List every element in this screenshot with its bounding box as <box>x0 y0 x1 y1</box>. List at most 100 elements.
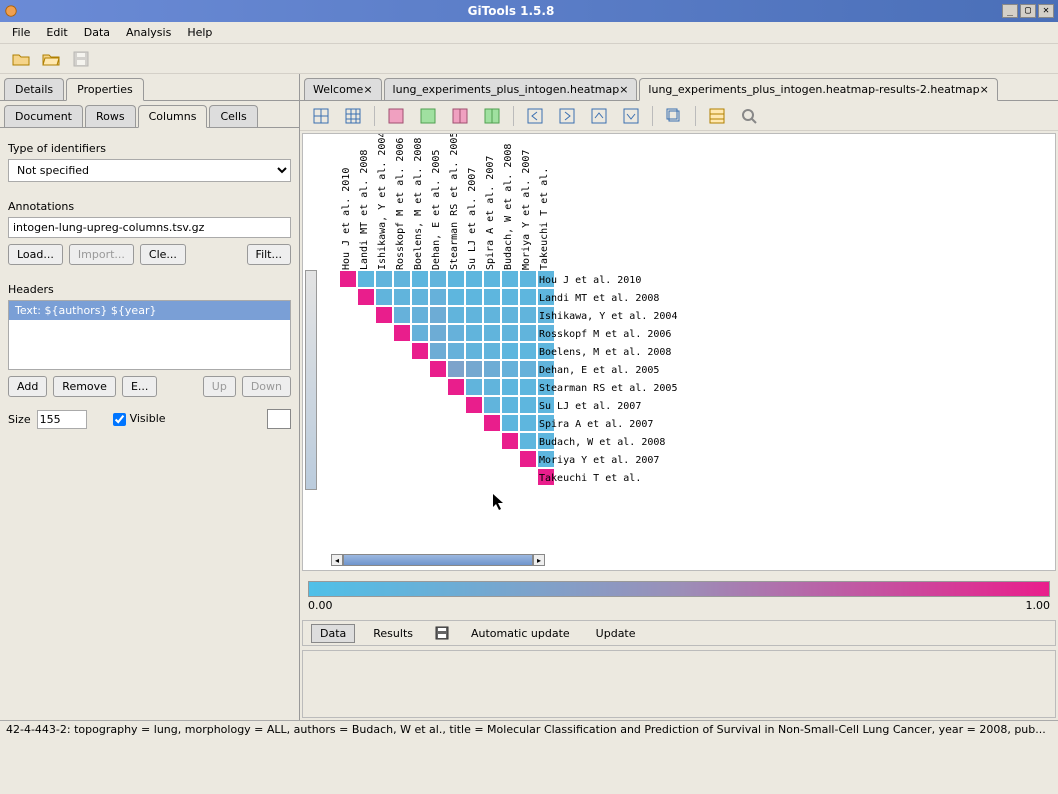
minimize-button[interactable]: _ <box>1002 4 1018 18</box>
up-button[interactable]: Up <box>203 376 236 397</box>
move-down-icon[interactable] <box>620 105 642 127</box>
heatmap-cell[interactable] <box>429 360 447 378</box>
heatmap-cell[interactable] <box>393 324 411 342</box>
heatmap-col-label[interactable]: Landi MT et al. 2008 <box>359 150 370 270</box>
heatmap-cell[interactable] <box>429 288 447 306</box>
remove-button[interactable]: Remove <box>53 376 116 397</box>
doc-tab-heatmap-1[interactable]: lung_experiments_plus_intogen.heatmap× <box>384 78 638 100</box>
horizontal-scrollbar[interactable]: ◂ ▸ <box>331 554 545 566</box>
heatmap-cell[interactable] <box>483 270 501 288</box>
heatmap-cell[interactable] <box>519 324 537 342</box>
heatmap-cell[interactable] <box>501 270 519 288</box>
doc-tab-heatmap-2[interactable]: lung_experiments_plus_intogen.heatmap-re… <box>639 78 997 101</box>
header-color-swatch[interactable] <box>267 409 291 429</box>
close-icon[interactable]: × <box>980 83 989 96</box>
heatmap-col-label[interactable]: Ishikawa, Y et al. 2004 <box>377 133 388 270</box>
heatmap-cell[interactable] <box>501 306 519 324</box>
heatmap-cell[interactable] <box>411 342 429 360</box>
down-button[interactable]: Down <box>242 376 291 397</box>
heatmap-grid[interactable] <box>339 270 555 486</box>
heatmap-cell[interactable] <box>501 378 519 396</box>
heatmap-cell[interactable] <box>393 306 411 324</box>
subtab-document[interactable]: Document <box>4 105 83 127</box>
heatmap-cell[interactable] <box>411 270 429 288</box>
heatmap-cell[interactable] <box>393 270 411 288</box>
heatmap-col-label[interactable]: Moriya Y et al. 2007 <box>521 150 532 270</box>
heatmap-cell[interactable] <box>357 270 375 288</box>
heatmap-cell[interactable] <box>357 288 375 306</box>
heatmap-cell[interactable] <box>429 324 447 342</box>
tab-properties[interactable]: Properties <box>66 78 144 101</box>
subtab-columns[interactable]: Columns <box>138 105 208 128</box>
heatmap-cell[interactable] <box>483 396 501 414</box>
heatmap-cell[interactable] <box>411 324 429 342</box>
heatmap-col-label[interactable]: Dehan, E et al. 2005 <box>431 150 442 270</box>
heatmap-cell[interactable] <box>375 306 393 324</box>
update-button[interactable]: Update <box>588 625 644 642</box>
tab-details[interactable]: Details <box>4 78 64 100</box>
heatmap-row-label[interactable]: Budach, W et al. 2008 <box>539 434 677 452</box>
heatmap-cell[interactable] <box>375 288 393 306</box>
move-right-icon[interactable] <box>556 105 578 127</box>
heatmap-cell[interactable] <box>465 270 483 288</box>
doc-tab-welcome[interactable]: Welcome× <box>304 78 382 100</box>
grid-single-icon[interactable] <box>310 105 332 127</box>
heatmap-row-label[interactable]: Rosskopf M et al. 2006 <box>539 326 677 344</box>
heatmap-col-label[interactable]: Hou J et al. 2010 <box>341 168 352 270</box>
save-small-icon[interactable] <box>431 622 453 644</box>
heatmap-cell[interactable] <box>465 306 483 324</box>
heatmap-row-label[interactable]: Hou J et al. 2010 <box>539 272 677 290</box>
heatmap-cell[interactable] <box>411 288 429 306</box>
close-button[interactable]: ✕ <box>1038 4 1054 18</box>
clone-icon[interactable] <box>663 105 685 127</box>
heatmap-cell[interactable] <box>501 432 519 450</box>
open-icon[interactable] <box>10 48 32 70</box>
close-icon[interactable]: × <box>363 83 372 96</box>
edit-button[interactable]: E... <box>122 376 157 397</box>
add-button[interactable]: Add <box>8 376 47 397</box>
heatmap-cell[interactable] <box>447 306 465 324</box>
search-icon[interactable] <box>738 105 760 127</box>
menu-edit[interactable]: Edit <box>38 24 75 41</box>
filter-button[interactable]: Filt... <box>247 244 291 265</box>
save-icon[interactable] <box>70 48 92 70</box>
heatmap-row-label[interactable]: Ishikawa, Y et al. 2004 <box>539 308 677 326</box>
heatmap-cell[interactable] <box>483 360 501 378</box>
heatmap-row-label[interactable]: Stearman RS et al. 2005 <box>539 380 677 398</box>
heatmap-col-label[interactable]: Stearman RS et al. 2005 <box>449 133 460 270</box>
clear-button[interactable]: Cle... <box>140 244 186 265</box>
heatmap-cell[interactable] <box>501 414 519 432</box>
heatmap-cell[interactable] <box>519 414 537 432</box>
heatmap-cell[interactable] <box>519 432 537 450</box>
heatmap-viewer[interactable]: Hou J et al. 2010 Landi MT et al. 2008 Ish… <box>302 133 1056 571</box>
heatmap-cell[interactable] <box>447 288 465 306</box>
heatmap-col-label[interactable]: Boelens, M et al. 2008 <box>413 138 424 270</box>
size-spinner[interactable] <box>37 410 87 429</box>
heatmap-cell[interactable] <box>519 378 537 396</box>
heatmap-row-label[interactable]: Takeuchi T et al. <box>539 470 677 488</box>
heatmap-cell[interactable] <box>501 324 519 342</box>
heatmap-cell[interactable] <box>447 360 465 378</box>
heatmap-cell[interactable] <box>465 396 483 414</box>
move-left-icon[interactable] <box>524 105 546 127</box>
headers-list-item[interactable]: Text: ${authors} ${year} <box>9 301 290 320</box>
import-button[interactable]: Import... <box>69 244 134 265</box>
heatmap-cell[interactable] <box>465 360 483 378</box>
heatmap-cell[interactable] <box>429 342 447 360</box>
heatmap-col-label[interactable]: Rosskopf M et al. 2006 <box>395 138 406 270</box>
heatmap-cell[interactable] <box>447 378 465 396</box>
heatmap-cell[interactable] <box>483 288 501 306</box>
heatmap-cell[interactable] <box>465 378 483 396</box>
heatmap-cell[interactable] <box>483 378 501 396</box>
hide-cols-icon[interactable] <box>449 105 471 127</box>
heatmap-cell[interactable] <box>519 342 537 360</box>
move-up-icon[interactable] <box>588 105 610 127</box>
heatmap-cell[interactable] <box>519 396 537 414</box>
heatmap-cell[interactable] <box>519 270 537 288</box>
automatic-update-button[interactable]: Automatic update <box>463 625 578 642</box>
show-rows-icon[interactable] <box>417 105 439 127</box>
scroll-left-icon[interactable]: ◂ <box>331 554 343 566</box>
heatmap-cell[interactable] <box>447 270 465 288</box>
bottom-tab-results[interactable]: Results <box>365 625 421 642</box>
subtab-cells[interactable]: Cells <box>209 105 257 127</box>
